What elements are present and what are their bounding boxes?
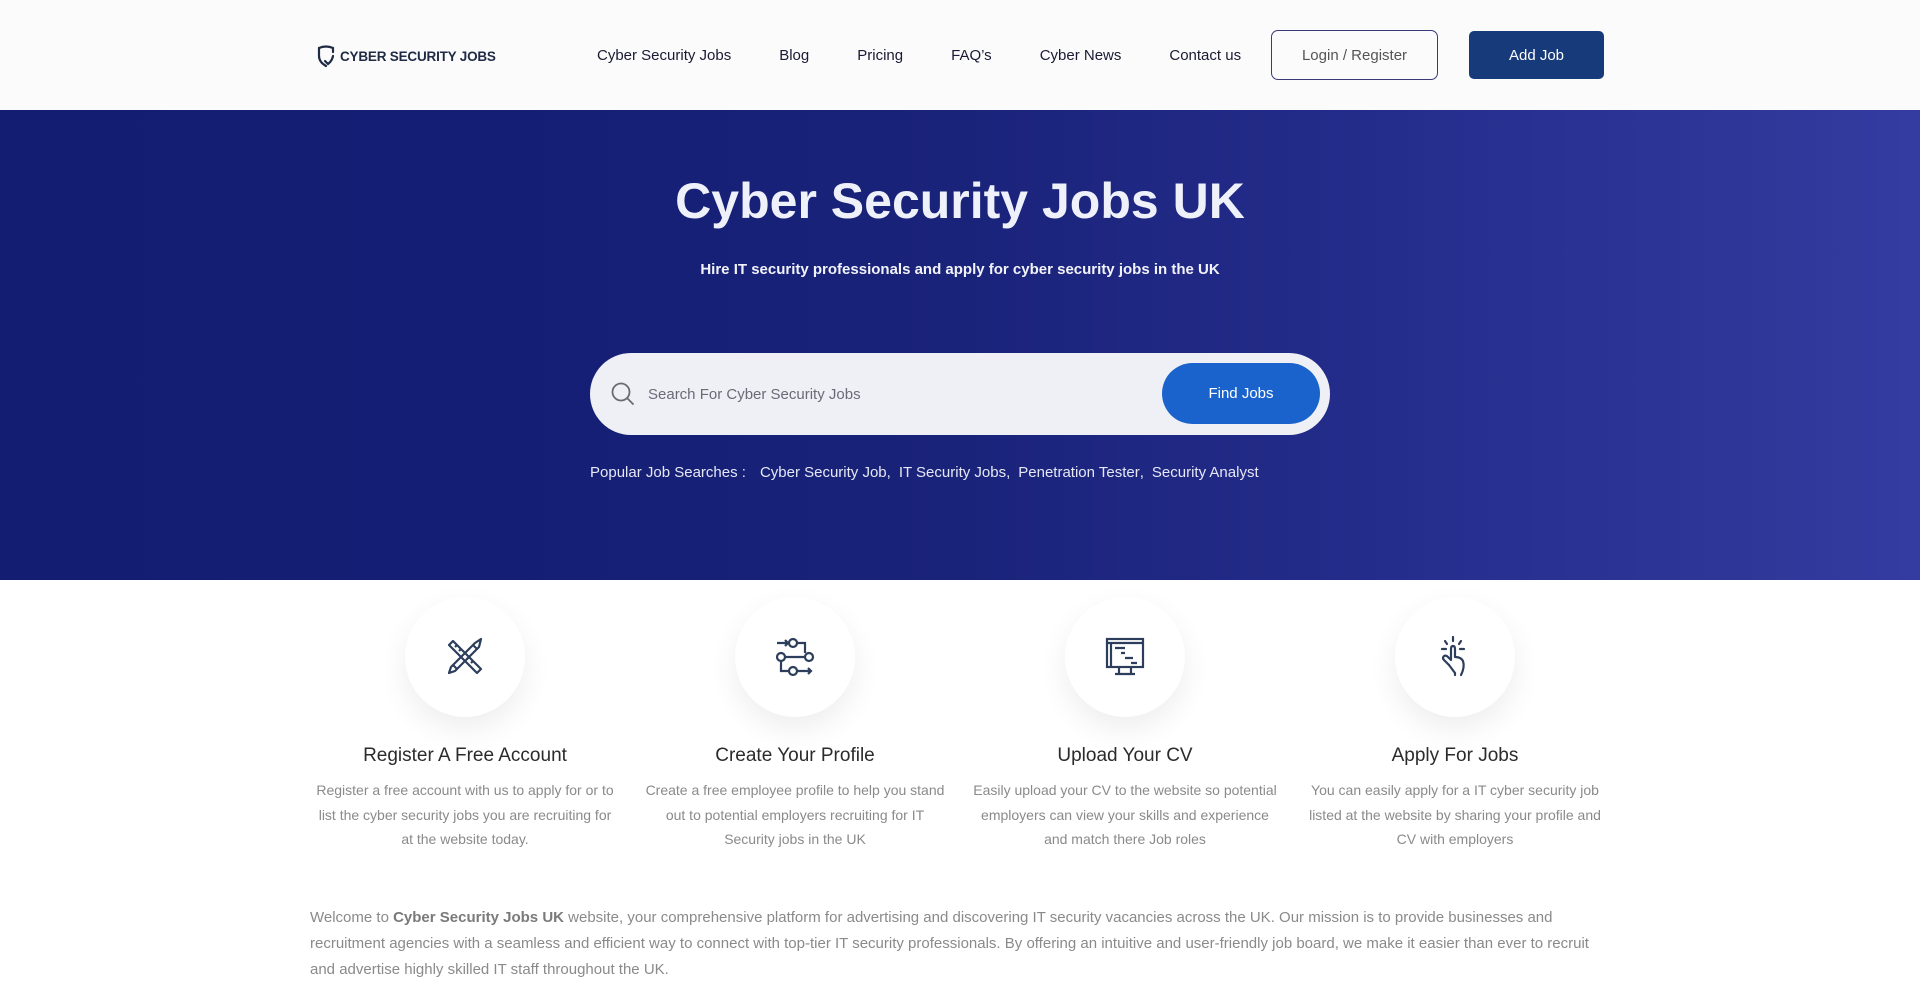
nav-cyber-security-jobs[interactable]: Cyber Security Jobs [597,47,731,64]
tap-hand-icon [1440,635,1466,677]
step-title: Apply For Jobs [1391,745,1519,766]
nav-faqs[interactable]: FAQ’s [951,47,992,64]
popular-search-link[interactable]: Penetration Tester [1018,464,1139,481]
nav-blog[interactable]: Blog [779,47,809,64]
hero-subtitle: Hire IT security professionals and apply… [700,261,1220,278]
step-description: Easily upload your CV to the website so … [973,782,1277,847]
step-title: Register A Free Account [363,745,567,766]
find-jobs-button[interactable]: Find Jobs [1162,363,1320,424]
step-icon-circle [735,597,855,717]
logo-text: CYBER SECURITY JOBS [340,48,496,64]
intro-prefix: Welcome to [310,909,394,926]
monitor-icon [1105,637,1145,676]
nav-pricing[interactable]: Pricing [857,47,903,64]
separator: , [886,464,891,481]
step-icon-circle [405,597,525,717]
step-description: Create a free employee profile to help y… [645,782,945,847]
site-header: CYBER SECURITY JOBS Cyber Security Jobs … [0,0,1920,110]
step-description: You can easily apply for a IT cyber secu… [1309,782,1601,847]
separator: , [1006,464,1011,481]
hero-section: Cyber Security Jobs UK Hire IT security … [0,110,1920,580]
main-nav: Cyber Security Jobs Blog Pricing FAQ’s C… [597,0,1241,110]
intro-brand: Cyber Security Jobs UK [393,909,564,926]
hero-title: Cyber Security Jobs UK [675,173,1245,229]
popular-searches-label: Popular Job Searches : [590,464,746,481]
intro-paragraph: Welcome to Cyber Security Jobs UK websit… [310,905,1610,983]
job-search-bar: Find Jobs [590,353,1330,435]
job-search-input[interactable] [648,373,1148,415]
step-description: Register a free account with us to apply… [316,782,614,847]
shield-logo-icon [317,45,335,68]
nav-contact-us[interactable]: Contact us [1169,47,1241,64]
pencil-ruler-icon [447,637,483,675]
step-icon-circle [1395,597,1515,717]
popular-search-link[interactable]: IT Security Jobs [899,464,1006,481]
popular-search-link[interactable]: Cyber Security Job [760,464,887,481]
popular-searches: Popular Job Searches : Cyber Security Jo… [590,464,1259,481]
popular-search-link[interactable]: Security Analyst [1152,464,1259,481]
search-icon [611,382,634,405]
nav-cyber-news[interactable]: Cyber News [1040,47,1122,64]
login-register-button[interactable]: Login / Register [1271,30,1438,80]
site-logo[interactable]: CYBER SECURITY JOBS [316,44,496,68]
workflow-icon [775,637,815,677]
step-icon-circle [1065,597,1185,717]
step-title: Create Your Profile [715,745,875,766]
separator: , [1139,464,1144,481]
step-title: Upload Your CV [1057,745,1193,766]
add-job-button[interactable]: Add Job [1469,31,1604,79]
